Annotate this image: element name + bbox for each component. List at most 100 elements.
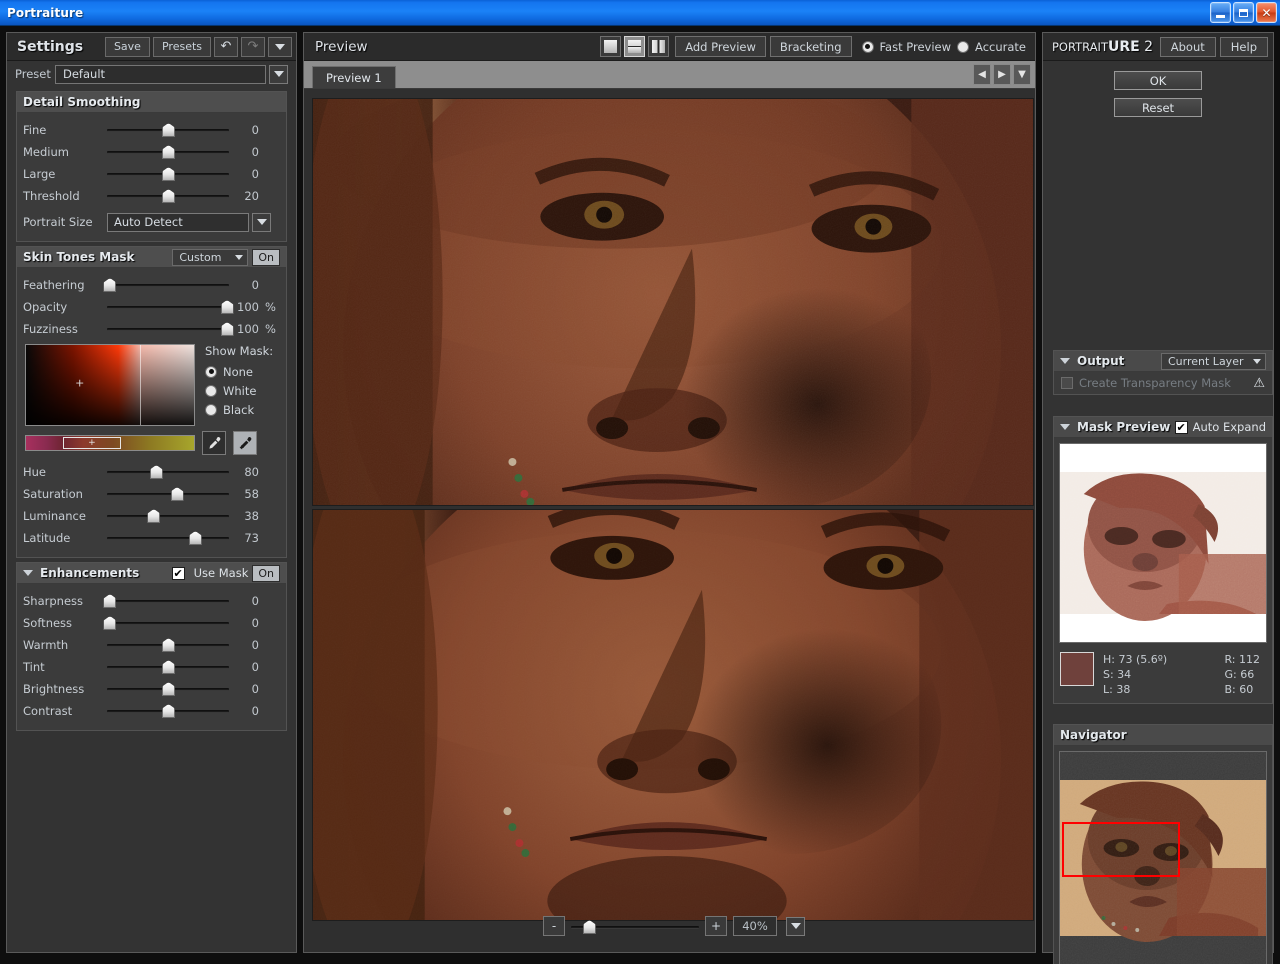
slider-handle[interactable]: [162, 145, 175, 159]
chevron-down-icon[interactable]: ▼: [1013, 64, 1031, 85]
quality-option-accurate[interactable]: Accurate: [957, 40, 1026, 54]
slider-handle[interactable]: [162, 660, 175, 674]
slider-latitude[interactable]: Latitude 73: [17, 527, 286, 549]
slider-handle[interactable]: [147, 509, 161, 523]
transparency-mask-checkbox[interactable]: [1061, 377, 1073, 389]
slider-track[interactable]: [107, 163, 229, 185]
preview-image-processed[interactable]: [312, 509, 1034, 921]
collapse-triangle-icon[interactable]: [23, 570, 33, 576]
quality-option-fast[interactable]: Fast Preview: [861, 40, 951, 54]
skin-tones-mask-header[interactable]: Skin Tones Mask Custom On: [17, 247, 286, 268]
slider-saturation[interactable]: Saturation 58: [17, 483, 286, 505]
slider-hue[interactable]: Hue 80: [17, 461, 286, 483]
close-button[interactable]: ✕: [1256, 2, 1277, 23]
collapse-triangle-icon[interactable]: [1060, 424, 1070, 430]
slider-tint[interactable]: Tint 0: [17, 656, 286, 678]
slider-fine[interactable]: Fine 0: [17, 119, 286, 141]
use-mask-checkbox[interactable]: ✔: [171, 566, 185, 580]
slider-track[interactable]: [107, 505, 229, 527]
slider-handle[interactable]: [162, 123, 175, 137]
radio-icon[interactable]: [205, 384, 217, 397]
slider-contrast[interactable]: Contrast 0: [17, 700, 286, 722]
portrait-size-value[interactable]: Auto Detect: [107, 212, 249, 232]
detail-smoothing-header[interactable]: Detail Smoothing: [17, 92, 286, 113]
slider-large[interactable]: Large 0: [17, 163, 286, 185]
help-button[interactable]: Help: [1219, 36, 1268, 57]
mask-preview-thumbnail[interactable]: [1059, 443, 1267, 643]
slider-track[interactable]: [103, 274, 229, 296]
zoom-slider[interactable]: [571, 916, 699, 936]
zoom-dropdown-button[interactable]: [786, 916, 805, 936]
transparency-mask-row[interactable]: Create Transparency Mask ⚠: [1054, 372, 1272, 394]
slider-track[interactable]: [107, 656, 229, 678]
slider-track[interactable]: [103, 590, 229, 612]
zoom-out-button[interactable]: -: [543, 916, 565, 936]
slider-track[interactable]: [107, 185, 229, 207]
enhancements-header[interactable]: Enhancements ✔ Use Mask On: [17, 563, 286, 584]
split-horizontal-icon[interactable]: [624, 36, 646, 57]
navigator-thumbnail[interactable]: [1059, 751, 1267, 964]
preview-image-original[interactable]: [312, 98, 1034, 506]
about-button[interactable]: About: [1159, 36, 1216, 57]
ok-button[interactable]: OK: [1114, 71, 1202, 90]
mask-preview-header[interactable]: Mask Preview ✔ Auto Expand: [1054, 417, 1272, 438]
output-target-select[interactable]: Current Layer: [1161, 352, 1266, 370]
slider-softness[interactable]: Softness 0: [17, 612, 286, 634]
single-view-icon[interactable]: [600, 36, 622, 57]
collapse-triangle-icon[interactable]: [1060, 358, 1070, 364]
preset-dropdown-button[interactable]: [269, 64, 288, 84]
slider-brightness[interactable]: Brightness 0: [17, 678, 286, 700]
zoom-level-value[interactable]: 40%: [733, 916, 777, 936]
eyedropper-plus-icon[interactable]: [233, 431, 257, 455]
radio-icon[interactable]: [205, 403, 217, 416]
slider-track[interactable]: [107, 483, 229, 505]
hue-range-selector[interactable]: +: [62, 437, 121, 449]
slider-track[interactable]: [107, 634, 229, 656]
slider-track[interactable]: [103, 612, 229, 634]
slider-track[interactable]: [107, 678, 229, 700]
slider-handle[interactable]: [162, 638, 175, 652]
slider-track[interactable]: [107, 141, 229, 163]
undo-icon[interactable]: ↶: [214, 36, 238, 57]
chevron-right-icon[interactable]: ▶: [993, 64, 1011, 85]
slider-track[interactable]: [107, 296, 234, 318]
radio-icon[interactable]: [957, 40, 970, 53]
reset-button[interactable]: Reset: [1114, 98, 1202, 117]
show-mask-option-white[interactable]: White: [205, 381, 273, 400]
radio-icon[interactable]: [861, 40, 874, 53]
enhancements-on-toggle[interactable]: On: [252, 564, 280, 582]
add-preview-button[interactable]: Add Preview: [675, 36, 766, 57]
slider-handle[interactable]: [162, 682, 175, 696]
slider-handle[interactable]: [170, 487, 184, 501]
presets-button[interactable]: Presets: [152, 36, 211, 57]
hue-strip[interactable]: +: [25, 435, 195, 451]
slider-medium[interactable]: Medium 0: [17, 141, 286, 163]
skin-mask-on-toggle[interactable]: On: [252, 248, 280, 266]
slider-opacity[interactable]: Opacity 100 %: [17, 296, 286, 318]
skin-mask-mode-select[interactable]: Custom: [172, 248, 249, 266]
saturation-value-picker[interactable]: +: [25, 344, 195, 426]
redo-icon[interactable]: ↷: [241, 36, 265, 57]
slider-handle[interactable]: [162, 167, 175, 181]
slider-threshold[interactable]: Threshold 20: [17, 185, 286, 207]
slider-track[interactable]: [107, 119, 229, 141]
slider-warmth[interactable]: Warmth 0: [17, 634, 286, 656]
split-vertical-icon[interactable]: [648, 36, 670, 57]
tab-preview-1[interactable]: Preview 1: [312, 66, 396, 88]
slider-track[interactable]: [107, 700, 229, 722]
chevron-left-icon[interactable]: ◀: [973, 64, 991, 85]
show-mask-option-black[interactable]: Black: [205, 400, 273, 419]
slider-luminance[interactable]: Luminance 38: [17, 505, 286, 527]
slider-track[interactable]: [107, 461, 229, 483]
slider-handle[interactable]: [149, 465, 163, 479]
slider-track[interactable]: [107, 527, 229, 549]
maximize-button[interactable]: [1233, 2, 1254, 23]
zoom-slider-handle[interactable]: [582, 920, 596, 934]
slider-handle[interactable]: [162, 704, 175, 718]
eyedropper-icon[interactable]: [202, 431, 226, 455]
auto-expand-checkbox[interactable]: ✔: [1174, 420, 1188, 434]
save-button[interactable]: Save: [104, 36, 150, 57]
slider-sharpness[interactable]: Sharpness 0: [17, 590, 286, 612]
navigator-viewport-rect[interactable]: [1062, 822, 1180, 877]
preset-value[interactable]: Default: [55, 64, 266, 84]
